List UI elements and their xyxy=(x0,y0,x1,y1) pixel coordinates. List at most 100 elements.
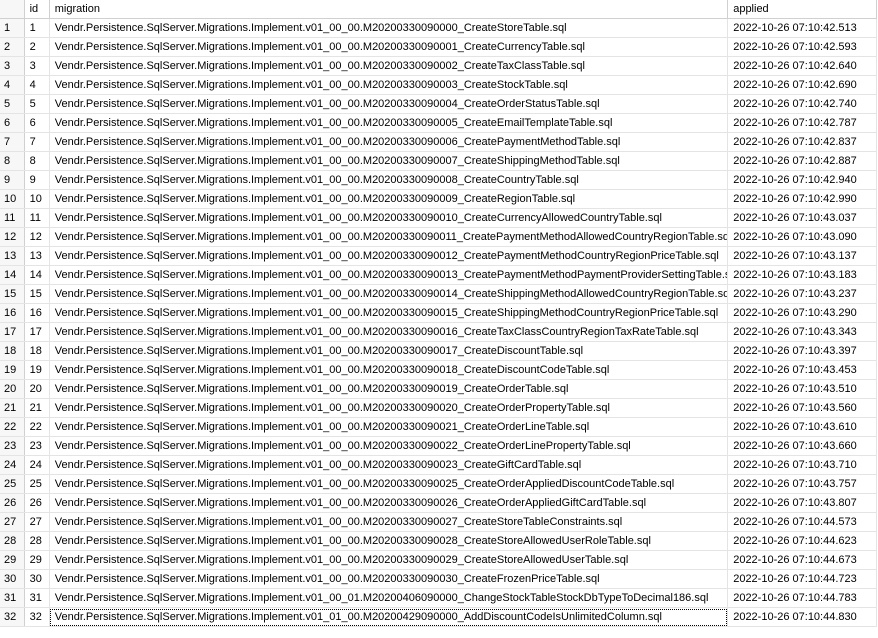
id-cell[interactable]: 26 xyxy=(24,493,50,513)
applied-cell[interactable]: 2022-10-26 07:10:43.560 xyxy=(727,398,877,418)
corner-cell[interactable] xyxy=(0,0,25,19)
applied-cell[interactable]: 2022-10-26 07:10:42.593 xyxy=(727,37,877,57)
table-row[interactable]: 13 13 Vendr.Persistence.SqlServer.Migratio… xyxy=(0,246,877,266)
row-number-cell[interactable]: 32 xyxy=(0,607,25,627)
row-number-cell[interactable]: 29 xyxy=(0,550,25,570)
row-number-cell[interactable]: 17 xyxy=(0,322,25,342)
applied-cell[interactable]: 2022-10-26 07:10:43.290 xyxy=(727,303,877,323)
migration-cell[interactable]: Vendr.Persistence.SqlServer.Migrations.I… xyxy=(49,550,729,570)
id-cell[interactable]: 27 xyxy=(24,512,50,532)
id-cell[interactable]: 22 xyxy=(24,417,50,437)
migration-cell[interactable]: Vendr.Persistence.SqlServer.Migrations.I… xyxy=(49,493,729,513)
row-number-cell[interactable]: 18 xyxy=(0,341,25,361)
applied-cell[interactable]: 2022-10-26 07:10:42.787 xyxy=(727,113,877,133)
applied-cell[interactable]: 2022-10-26 07:10:44.723 xyxy=(727,569,877,589)
id-cell[interactable]: 19 xyxy=(24,360,50,380)
applied-cell[interactable]: 2022-10-26 07:10:43.710 xyxy=(727,455,877,475)
row-number-cell[interactable]: 26 xyxy=(0,493,25,513)
migration-cell[interactable]: Vendr.Persistence.SqlServer.Migrations.I… xyxy=(49,531,729,551)
table-row[interactable]: 2 2 Vendr.Persistence.SqlServer.Migrations… xyxy=(0,37,877,57)
applied-cell[interactable]: 2022-10-26 07:10:42.940 xyxy=(727,170,877,190)
applied-cell[interactable]: 2022-10-26 07:10:43.660 xyxy=(727,436,877,456)
id-cell[interactable]: 17 xyxy=(24,322,50,342)
migration-cell[interactable]: Vendr.Persistence.SqlServer.Migrations.I… xyxy=(49,94,729,114)
column-header-migration[interactable]: migration xyxy=(49,0,729,19)
row-number-cell[interactable]: 13 xyxy=(0,246,25,266)
table-row[interactable]: 22 22 Vendr.Persistence.SqlServer.Migratio… xyxy=(0,417,877,437)
table-row[interactable]: 12 12 Vendr.Persistence.SqlServer.Migratio… xyxy=(0,227,877,247)
table-row[interactable]: 19 19 Vendr.Persistence.SqlServer.Migratio… xyxy=(0,360,877,380)
id-cell[interactable]: 20 xyxy=(24,379,50,399)
row-number-cell[interactable]: 5 xyxy=(0,94,25,114)
applied-cell[interactable]: 2022-10-26 07:10:44.830 xyxy=(727,607,877,627)
migration-cell[interactable]: Vendr.Persistence.SqlServer.Migrations.I… xyxy=(49,151,729,171)
applied-cell[interactable]: 2022-10-26 07:10:43.237 xyxy=(727,284,877,304)
applied-cell[interactable]: 2022-10-26 07:10:43.037 xyxy=(727,208,877,228)
row-number-cell[interactable]: 31 xyxy=(0,588,25,608)
applied-cell[interactable]: 2022-10-26 07:10:42.690 xyxy=(727,75,877,95)
id-cell[interactable]: 14 xyxy=(24,265,50,285)
row-number-cell[interactable]: 7 xyxy=(0,132,25,152)
row-number-cell[interactable]: 21 xyxy=(0,398,25,418)
applied-cell[interactable]: 2022-10-26 07:10:43.757 xyxy=(727,474,877,494)
column-header-id[interactable]: id xyxy=(24,0,50,19)
migration-cell[interactable]: Vendr.Persistence.SqlServer.Migrations.I… xyxy=(49,284,729,304)
table-row[interactable]: 18 18 Vendr.Persistence.SqlServer.Migratio… xyxy=(0,341,877,361)
migration-cell[interactable]: Vendr.Persistence.SqlServer.Migrations.I… xyxy=(49,455,729,475)
migration-cell[interactable]: Vendr.Persistence.SqlServer.Migrations.I… xyxy=(49,569,729,589)
row-number-cell[interactable]: 23 xyxy=(0,436,25,456)
migration-cell[interactable]: Vendr.Persistence.SqlServer.Migrations.I… xyxy=(49,246,729,266)
migration-cell[interactable]: Vendr.Persistence.SqlServer.Migrations.I… xyxy=(49,436,729,456)
row-number-cell[interactable]: 16 xyxy=(0,303,25,323)
table-row[interactable]: 21 21 Vendr.Persistence.SqlServer.Migratio… xyxy=(0,398,877,418)
row-number-cell[interactable]: 9 xyxy=(0,170,25,190)
applied-cell[interactable]: 2022-10-26 07:10:44.623 xyxy=(727,531,877,551)
migration-cell[interactable]: Vendr.Persistence.SqlServer.Migrations.I… xyxy=(49,75,729,95)
table-row[interactable]: 9 9 Vendr.Persistence.SqlServer.Migrations… xyxy=(0,170,877,190)
migration-cell[interactable]: Vendr.Persistence.SqlServer.Migrations.I… xyxy=(49,417,729,437)
id-cell[interactable]: 10 xyxy=(24,189,50,209)
applied-cell[interactable]: 2022-10-26 07:10:43.510 xyxy=(727,379,877,399)
table-row[interactable]: 23 23 Vendr.Persistence.SqlServer.Migratio… xyxy=(0,436,877,456)
row-number-cell[interactable]: 27 xyxy=(0,512,25,532)
table-row[interactable]: 11 11 Vendr.Persistence.SqlServer.Migratio… xyxy=(0,208,877,228)
row-number-cell[interactable]: 20 xyxy=(0,379,25,399)
row-number-cell[interactable]: 8 xyxy=(0,151,25,171)
results-grid[interactable]: id migration applied 1 1 Vendr.Persistence… xyxy=(0,0,877,627)
id-cell[interactable]: 4 xyxy=(24,75,50,95)
id-cell[interactable]: 5 xyxy=(24,94,50,114)
migration-cell[interactable]: Vendr.Persistence.SqlServer.Migrations.I… xyxy=(49,379,729,399)
id-cell[interactable]: 21 xyxy=(24,398,50,418)
row-number-cell[interactable]: 22 xyxy=(0,417,25,437)
id-cell[interactable]: 11 xyxy=(24,208,50,228)
applied-cell[interactable]: 2022-10-26 07:10:43.610 xyxy=(727,417,877,437)
table-row[interactable]: 10 10 Vendr.Persistence.SqlServer.Migratio… xyxy=(0,189,877,209)
id-cell[interactable]: 28 xyxy=(24,531,50,551)
id-cell[interactable]: 29 xyxy=(24,550,50,570)
row-number-cell[interactable]: 2 xyxy=(0,37,25,57)
row-number-cell[interactable]: 30 xyxy=(0,569,25,589)
applied-cell[interactable]: 2022-10-26 07:10:42.837 xyxy=(727,132,877,152)
id-cell[interactable]: 13 xyxy=(24,246,50,266)
id-cell[interactable]: 3 xyxy=(24,56,50,76)
applied-cell[interactable]: 2022-10-26 07:10:43.343 xyxy=(727,322,877,342)
applied-cell[interactable]: 2022-10-26 07:10:42.990 xyxy=(727,189,877,209)
row-number-cell[interactable]: 10 xyxy=(0,189,25,209)
row-number-cell[interactable]: 25 xyxy=(0,474,25,494)
applied-cell[interactable]: 2022-10-26 07:10:43.453 xyxy=(727,360,877,380)
row-number-cell[interactable]: 11 xyxy=(0,208,25,228)
id-cell[interactable]: 6 xyxy=(24,113,50,133)
id-cell[interactable]: 2 xyxy=(24,37,50,57)
row-number-cell[interactable]: 15 xyxy=(0,284,25,304)
row-number-cell[interactable]: 28 xyxy=(0,531,25,551)
table-row[interactable]: 15 15 Vendr.Persistence.SqlServer.Migratio… xyxy=(0,284,877,304)
table-row[interactable]: 32 32 Vendr.Persistence.SqlServer.Migratio… xyxy=(0,607,877,627)
table-row[interactable]: 20 20 Vendr.Persistence.SqlServer.Migratio… xyxy=(0,379,877,399)
table-row[interactable]: 1 1 Vendr.Persistence.SqlServer.Migrations… xyxy=(0,18,877,38)
table-row[interactable]: 5 5 Vendr.Persistence.SqlServer.Migrations… xyxy=(0,94,877,114)
applied-cell[interactable]: 2022-10-26 07:10:42.513 xyxy=(727,18,877,38)
migration-cell[interactable]: Vendr.Persistence.SqlServer.Migrations.I… xyxy=(49,303,729,323)
row-number-cell[interactable]: 24 xyxy=(0,455,25,475)
id-cell[interactable]: 18 xyxy=(24,341,50,361)
id-cell[interactable]: 12 xyxy=(24,227,50,247)
